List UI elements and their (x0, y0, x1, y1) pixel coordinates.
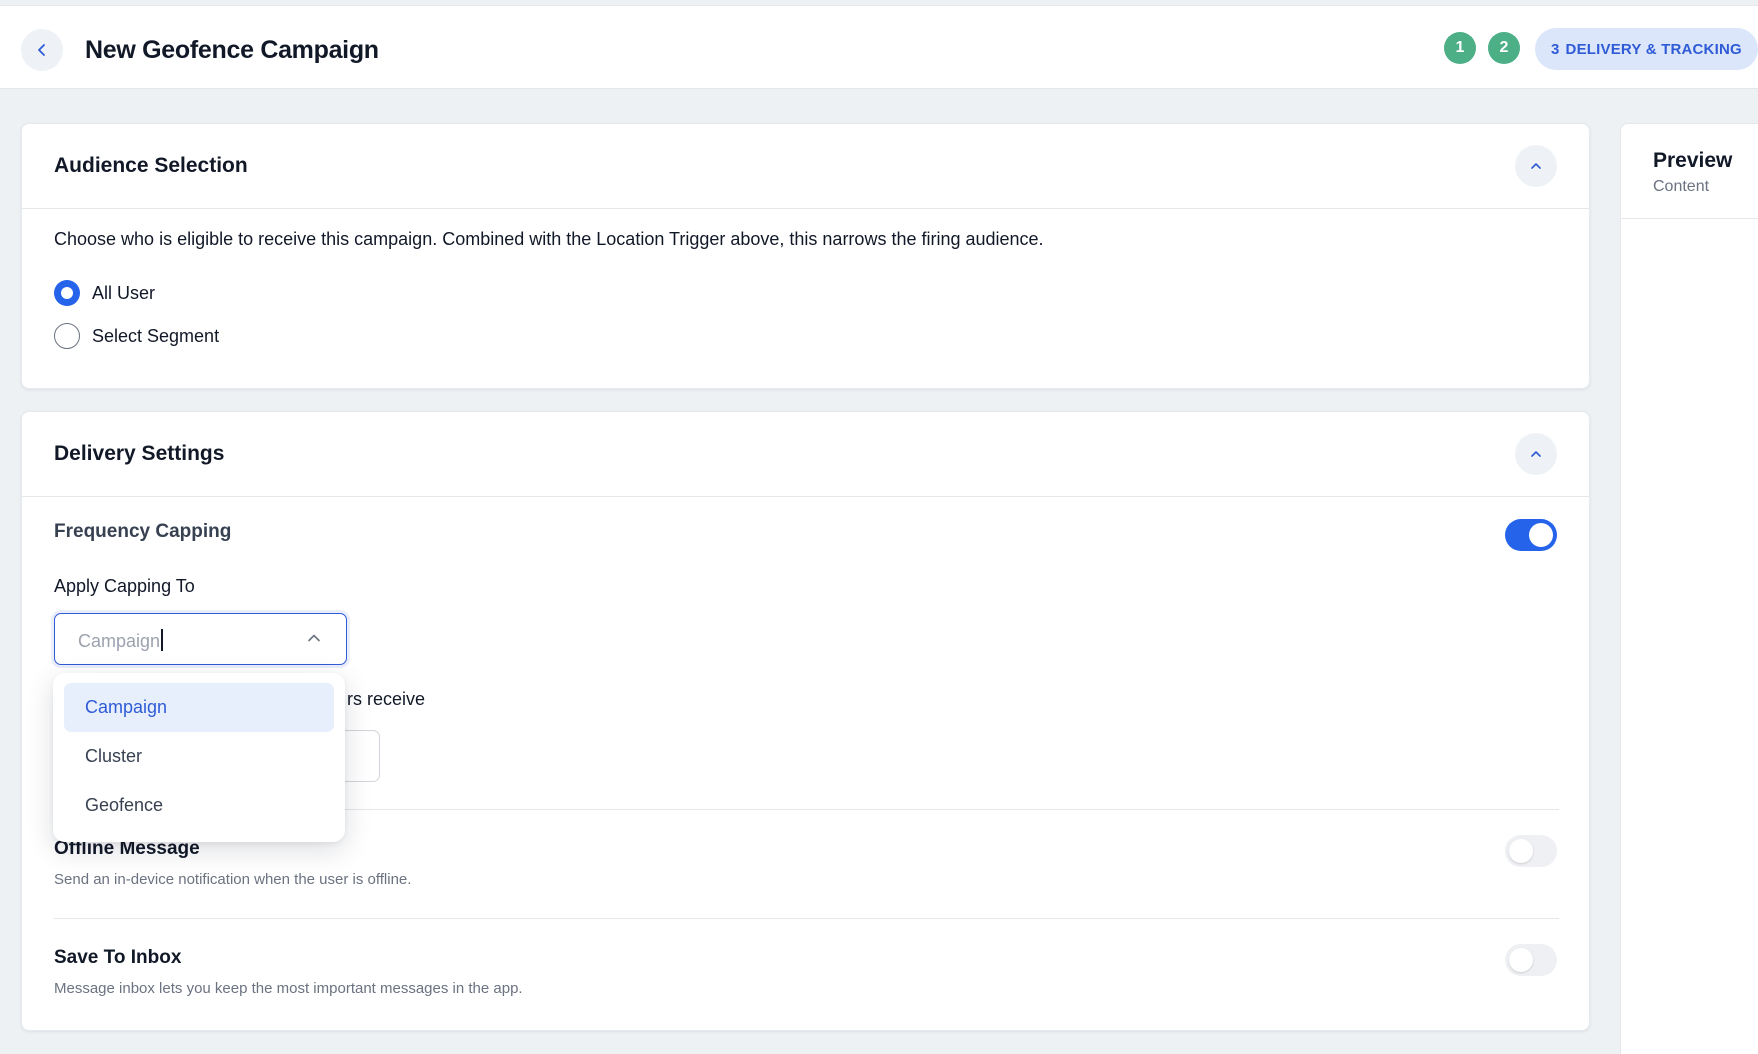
offline-message-hint: Send an in-device notification when the … (54, 871, 412, 888)
select-value: Campaign (78, 629, 163, 652)
back-button[interactable] (21, 29, 63, 71)
toggle-knob (1509, 839, 1533, 863)
chevron-up-icon (1531, 163, 1541, 169)
chevron-left-icon (38, 44, 45, 56)
frequency-capping-label: Frequency Capping (54, 521, 232, 542)
step-3-number: 3 (1551, 40, 1560, 58)
audience-description: Choose who is eligible to receive this c… (54, 229, 1044, 249)
delivery-card-header: Delivery Settings (22, 412, 1589, 497)
step-1-badge[interactable]: 1 (1444, 32, 1476, 64)
divider (54, 918, 1559, 919)
step-3-label: DELIVERY & TRACKING (1565, 40, 1742, 58)
radio-label-all-user: All User (92, 282, 156, 303)
save-to-inbox-toggle[interactable] (1505, 944, 1557, 976)
dropdown-option-campaign[interactable]: Campaign (64, 683, 334, 732)
preview-panel: Preview Content (1620, 123, 1758, 1054)
apply-capping-dropdown: Campaign Cluster Geofence (53, 673, 345, 842)
dropdown-option-cluster[interactable]: Cluster (64, 732, 334, 781)
audience-title: Audience Selection (54, 154, 248, 177)
dropdown-option-geofence[interactable]: Geofence (64, 781, 334, 830)
preview-header: Preview Content (1621, 124, 1758, 219)
apply-capping-select[interactable]: Campaign (54, 613, 347, 665)
save-to-inbox-hint: Message inbox lets you keep the most imp… (54, 980, 523, 997)
toggle-knob (1509, 948, 1533, 972)
chevron-up-icon (1531, 451, 1541, 457)
radio-select-segment[interactable]: Select Segment (54, 323, 219, 349)
step-2-badge[interactable]: 2 (1488, 32, 1520, 64)
offline-message-toggle[interactable] (1505, 835, 1557, 867)
partial-field-label: rs receive (347, 689, 426, 709)
top-bar: New Geofence Campaign 1 2 3 DELIVERY & T… (0, 5, 1758, 89)
step-3-active[interactable]: 3 DELIVERY & TRACKING (1535, 28, 1758, 70)
save-to-inbox-label: Save To Inbox (54, 947, 182, 968)
radio-all-user[interactable]: All User (54, 280, 155, 306)
page-title: New Geofence Campaign (85, 36, 379, 64)
chevron-up-icon (308, 634, 320, 642)
toggle-knob (1529, 523, 1553, 547)
preview-subtitle: Content (1653, 178, 1710, 195)
radio-button[interactable] (54, 323, 80, 349)
audience-selection-card: Audience Selection Choose who is eligibl… (21, 123, 1590, 389)
audience-collapse-button[interactable] (1515, 145, 1557, 187)
delivery-collapse-button[interactable] (1515, 433, 1557, 475)
apply-capping-label: Apply Capping To (54, 576, 195, 596)
preview-title: Preview (1653, 149, 1733, 172)
frequency-capping-toggle[interactable] (1505, 519, 1557, 551)
radio-label-select-segment: Select Segment (92, 325, 220, 346)
delivery-title: Delivery Settings (54, 442, 225, 465)
radio-button-selected[interactable] (54, 280, 80, 306)
audience-card-header: Audience Selection (22, 124, 1589, 209)
